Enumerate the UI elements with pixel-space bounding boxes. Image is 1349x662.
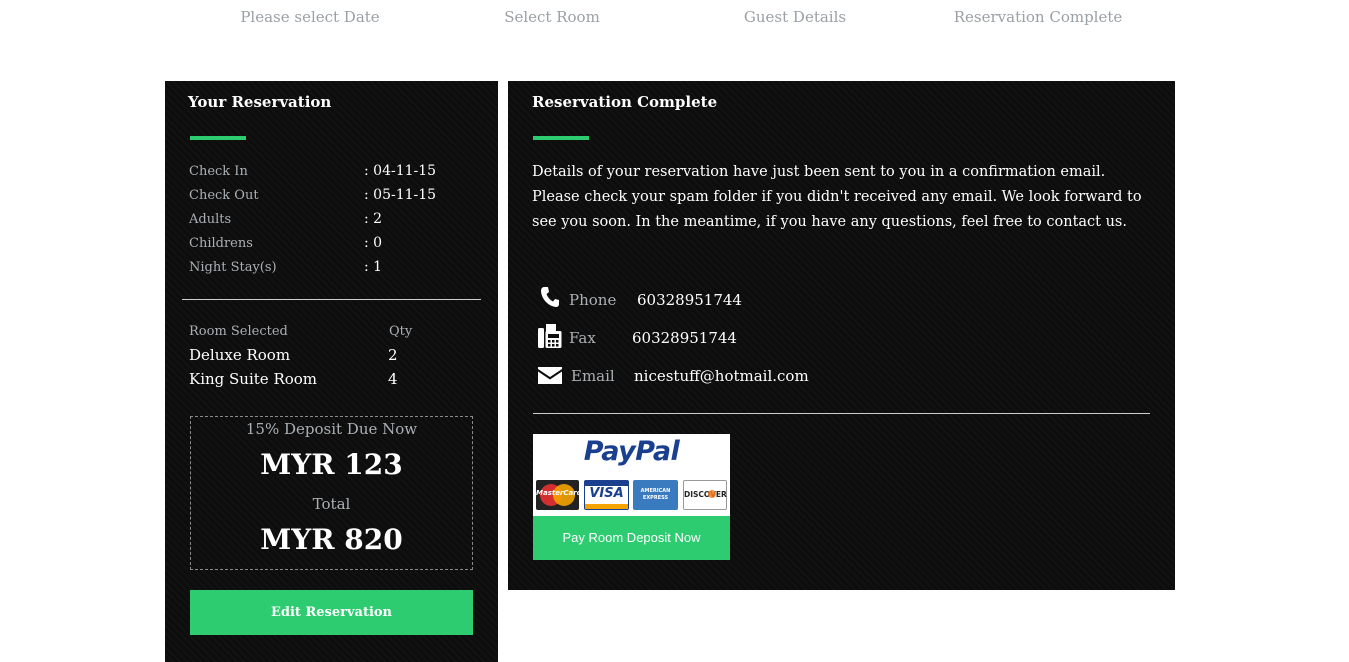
total-label: Total bbox=[312, 495, 351, 513]
deposit-label: 15% Deposit Due Now bbox=[245, 420, 418, 438]
email-label: Email bbox=[571, 367, 615, 385]
deposit-box: 15% Deposit Due Now MYR 123 Total MYR 82… bbox=[190, 416, 473, 570]
room-selected-header: Room Selected bbox=[189, 324, 288, 339]
confirmation-message: Details of your reservation have just be… bbox=[532, 164, 1142, 230]
adults-label: Adults bbox=[189, 212, 232, 227]
panel-title: Your Reservation bbox=[188, 93, 332, 111]
fax-value: 60328951744 bbox=[632, 329, 737, 347]
mastercard-logo: MasterCard bbox=[536, 480, 582, 510]
qty-header: Qty bbox=[389, 324, 413, 339]
step-select-date[interactable]: Please select Date bbox=[190, 8, 430, 26]
reservation-complete-panel: Reservation Complete Details of your res… bbox=[508, 81, 1175, 590]
check-out-label: Check Out bbox=[189, 188, 259, 203]
discover-logo: DISCOVER bbox=[683, 480, 727, 510]
edit-reservation-button[interactable]: Edit Reservation bbox=[190, 590, 473, 635]
fax-icon bbox=[537, 323, 563, 353]
email-value[interactable]: nicestuff@hotmail.com bbox=[634, 367, 809, 385]
room-qty: 4 bbox=[388, 370, 398, 388]
phone-value[interactable]: 60328951744 bbox=[637, 291, 742, 309]
paypal-wordmark: PayPal bbox=[583, 436, 680, 467]
room-name: King Suite Room bbox=[189, 370, 318, 388]
reservation-summary-panel: Your Reservation Check In : 04-11-15 Che… bbox=[165, 81, 498, 662]
children-label: Childrens bbox=[189, 236, 253, 251]
envelope-icon bbox=[537, 365, 563, 389]
progress-steps: Please select Date Select Room Guest Det… bbox=[0, 8, 1349, 28]
divider bbox=[533, 413, 1150, 414]
room-name: Deluxe Room bbox=[189, 346, 291, 364]
nights-value: : 1 bbox=[364, 259, 383, 275]
title-underline bbox=[190, 136, 246, 140]
step-guest-details[interactable]: Guest Details bbox=[675, 8, 915, 26]
adults-value: : 2 bbox=[364, 211, 383, 227]
check-in-value: : 04-11-15 bbox=[364, 163, 437, 179]
nights-label: Night Stay(s) bbox=[189, 260, 277, 275]
total-amount: MYR 820 bbox=[260, 523, 403, 556]
check-in-label: Check In bbox=[189, 164, 248, 179]
step-reservation-complete[interactable]: Reservation Complete bbox=[918, 8, 1158, 26]
amex-logo: AMERICAN EXPRESS bbox=[633, 480, 678, 510]
check-out-value: : 05-11-15 bbox=[364, 187, 437, 203]
panel-title: Reservation Complete bbox=[532, 93, 718, 111]
deposit-amount: MYR 123 bbox=[260, 448, 403, 481]
pay-room-deposit-button[interactable]: Pay Room Deposit Now bbox=[533, 516, 730, 560]
room-qty: 2 bbox=[388, 346, 398, 364]
step-select-room[interactable]: Select Room bbox=[432, 8, 672, 26]
phone-icon bbox=[540, 286, 560, 312]
title-underline bbox=[533, 136, 589, 140]
paypal-logo[interactable]: PayPal MasterCard VISA AMERICAN EXPRESS … bbox=[533, 434, 730, 516]
fax-label: Fax bbox=[569, 329, 596, 347]
visa-logo: VISA bbox=[584, 480, 629, 510]
children-value: : 0 bbox=[364, 235, 383, 251]
phone-label: Phone bbox=[569, 291, 617, 309]
divider bbox=[182, 299, 481, 300]
